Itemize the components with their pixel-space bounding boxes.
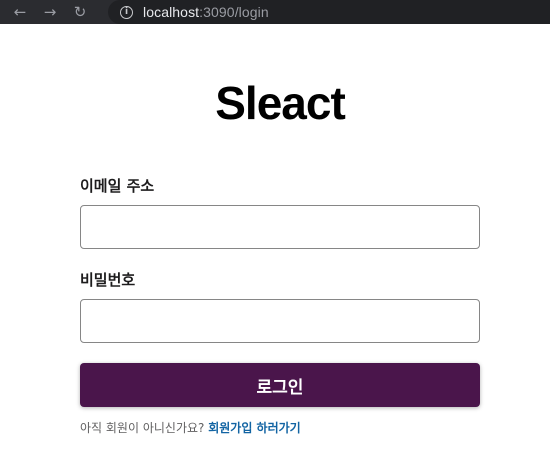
app-logo: Sleact <box>215 77 346 129</box>
signup-prompt: 아직 회원이 아니신가요? 회원가입 하러가기 <box>80 419 301 436</box>
back-arrow-icon[interactable]: ← <box>8 0 32 24</box>
signup-prompt-text: 아직 회원이 아니신가요? <box>80 421 209 435</box>
reload-icon[interactable]: ↻ <box>68 0 92 24</box>
password-input[interactable] <box>80 299 480 343</box>
forward-arrow-icon[interactable]: → <box>38 0 62 24</box>
browser-toolbar: ← → ↻ i localhost:3090/login <box>0 0 550 24</box>
url-text[interactable]: localhost:3090/login <box>143 4 269 20</box>
email-label: 이메일 주소 <box>80 177 155 195</box>
url-host: localhost <box>143 4 200 20</box>
site-info-icon[interactable]: i <box>120 5 133 19</box>
password-label: 비밀번호 <box>80 271 136 289</box>
signup-link[interactable]: 회원가입 하러가기 <box>208 421 301 435</box>
email-input[interactable] <box>80 205 480 249</box>
address-bar[interactable]: i localhost:3090/login <box>108 0 550 24</box>
login-button[interactable]: 로그인 <box>80 363 480 407</box>
url-path: :3090/login <box>199 4 269 20</box>
